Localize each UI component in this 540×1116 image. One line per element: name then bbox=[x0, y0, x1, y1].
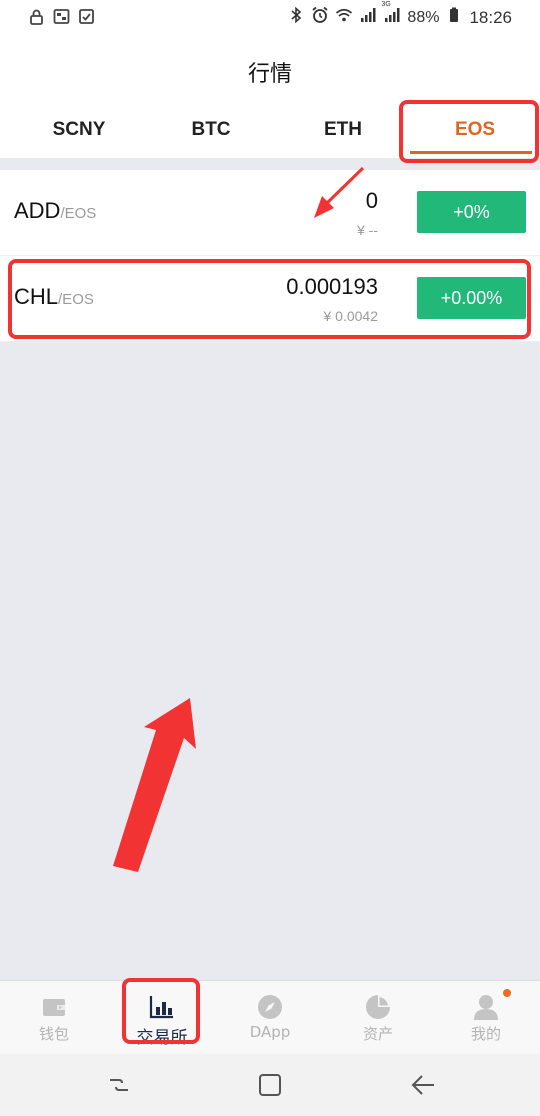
home-button-icon[interactable] bbox=[255, 1070, 285, 1100]
page-title: 行情 bbox=[247, 62, 292, 87]
network-type-label: 3G bbox=[381, 1, 391, 8]
back-arrow-icon[interactable] bbox=[408, 1070, 438, 1100]
bottom-nav: 钱包 交易所 DApp 资产 我的 bbox=[0, 980, 540, 1054]
signal-icon bbox=[359, 6, 377, 29]
notification-dot bbox=[503, 989, 511, 997]
nav-label: 我的 bbox=[470, 1025, 501, 1043]
status-right-icons: 3G 88% 18:26 bbox=[287, 1, 512, 29]
tab-scny[interactable]: SCNY bbox=[14, 102, 144, 158]
nav-item-wallet[interactable]: 钱包 bbox=[0, 981, 108, 1055]
market-row-add[interactable]: ADD /EOS 0 ¥ -- +0% bbox=[0, 170, 540, 256]
compass-icon bbox=[256, 993, 284, 1021]
active-tab-indicator bbox=[410, 151, 532, 154]
tab-eos[interactable]: EOS bbox=[410, 102, 540, 158]
nav-item-dapp[interactable]: DApp bbox=[216, 981, 324, 1055]
annotation-arrows bbox=[113, 166, 365, 872]
annotation-arrow-large bbox=[113, 698, 196, 872]
pair-quote-symbol: /EOS bbox=[58, 291, 94, 308]
status-bar: 3G 88% 18:26 bbox=[0, 0, 540, 34]
alarm-icon bbox=[311, 6, 329, 29]
nav-item-exchange[interactable]: 交易所 bbox=[108, 981, 216, 1055]
task-check-icon bbox=[78, 8, 95, 25]
gallery-icon bbox=[53, 8, 70, 25]
nav-item-profile[interactable]: 我的 bbox=[432, 981, 540, 1055]
page-header: 行情 bbox=[0, 34, 540, 102]
nav-item-assets[interactable]: 资产 bbox=[324, 981, 432, 1055]
market-list: ADD /EOS 0 ¥ -- +0% CHL /EOS 0.000193 ¥ … bbox=[0, 170, 540, 342]
change-badge[interactable]: +0% bbox=[417, 191, 526, 233]
trading-pair: CHL /EOS bbox=[14, 284, 94, 310]
user-icon bbox=[472, 993, 500, 1021]
quote-currency-tabs: SCNY BTC ETH EOS bbox=[0, 102, 540, 158]
exchange-chart-icon bbox=[148, 993, 176, 1021]
pair-quote-symbol: /EOS bbox=[60, 205, 97, 222]
pair-base-symbol: ADD bbox=[14, 198, 61, 223]
system-nav-bar bbox=[0, 1054, 540, 1116]
bluetooth-icon bbox=[287, 6, 305, 29]
wifi-icon bbox=[335, 6, 353, 29]
tab-eth[interactable]: ETH bbox=[278, 102, 408, 158]
price-cny: ¥ 0.0042 bbox=[323, 308, 379, 324]
wallet-icon bbox=[40, 993, 68, 1021]
recent-apps-icon[interactable] bbox=[104, 1070, 134, 1100]
price-cny: ¥ -- bbox=[357, 222, 378, 238]
pie-chart-icon bbox=[364, 993, 392, 1021]
nav-label: 资产 bbox=[362, 1025, 393, 1043]
last-price: 0 bbox=[365, 188, 378, 213]
lock-icon bbox=[28, 8, 45, 25]
tab-btc[interactable]: BTC bbox=[146, 102, 276, 158]
trading-pair: ADD /EOS bbox=[14, 198, 96, 224]
signal-3g-icon: 3G bbox=[381, 1, 401, 29]
clock-time: 18:26 bbox=[469, 7, 512, 27]
status-left-icons bbox=[28, 8, 95, 25]
nav-label: 交易所 bbox=[136, 1028, 188, 1048]
pair-base-symbol: CHL bbox=[14, 284, 59, 309]
nav-label: 钱包 bbox=[38, 1025, 69, 1043]
battery-icon bbox=[445, 6, 463, 29]
change-badge[interactable]: +0.00% bbox=[417, 277, 526, 319]
battery-percent: 88% bbox=[407, 8, 440, 26]
last-price: 0.000193 bbox=[286, 274, 378, 299]
nav-label: DApp bbox=[249, 1023, 291, 1041]
market-row-chl[interactable]: CHL /EOS 0.000193 ¥ 0.0042 +0.00% bbox=[0, 256, 540, 342]
